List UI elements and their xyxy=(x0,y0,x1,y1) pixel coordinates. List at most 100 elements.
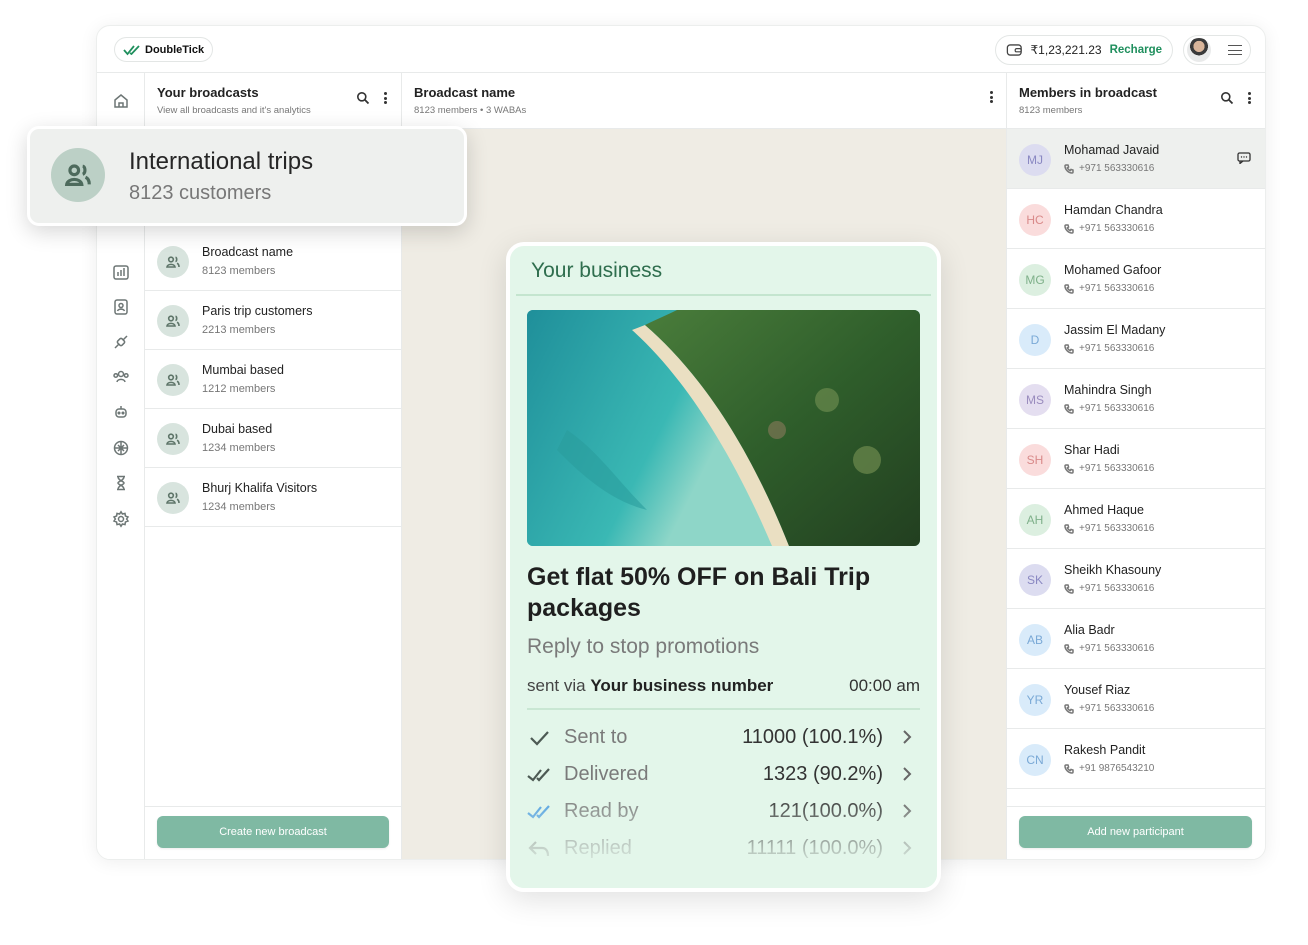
member-name: Alia Badr xyxy=(1064,623,1115,637)
group-icon xyxy=(157,423,189,455)
chevron-right-icon[interactable] xyxy=(902,730,912,744)
chevron-right-icon[interactable] xyxy=(902,804,912,818)
member-row[interactable]: CN Rakesh Pandit +91 9876543210 xyxy=(1007,729,1265,789)
recharge-link[interactable]: Recharge xyxy=(1110,44,1162,56)
member-row[interactable]: MS Mahindra Singh +971 563330616 xyxy=(1007,369,1265,429)
member-phone-number: +971 563330616 xyxy=(1079,403,1155,414)
group-icon xyxy=(157,482,189,514)
create-broadcast-button[interactable]: Create new broadcast xyxy=(157,816,389,848)
phone-icon xyxy=(1064,283,1074,294)
wallet-balance[interactable]: ₹1,23,221.23 Recharge xyxy=(995,35,1173,65)
member-row[interactable]: YR Yousef Riaz +971 563330616 xyxy=(1007,669,1265,729)
member-phone: +91 9876543210 xyxy=(1064,763,1154,774)
stat-row-sent[interactable]: Sent to 11000 (100.1%) xyxy=(527,722,920,759)
member-name: Shar Hadi xyxy=(1064,443,1120,457)
opt-out-text: Reply to stop promotions xyxy=(527,635,760,658)
member-name: Hamdan Chandra xyxy=(1064,203,1163,217)
user-avatar[interactable] xyxy=(1187,38,1211,62)
member-phone: +971 563330616 xyxy=(1064,403,1154,414)
stat-label: Delivered xyxy=(564,763,649,785)
broadcast-count: 1234 members xyxy=(202,442,276,454)
member-phone: +971 563330616 xyxy=(1064,283,1154,294)
stat-value: 121(100.0%) xyxy=(768,800,883,822)
stat-label: Replied xyxy=(564,837,632,859)
group-icon xyxy=(157,246,189,278)
chevron-right-icon[interactable] xyxy=(902,767,912,781)
member-name: Yousef Riaz xyxy=(1064,683,1131,697)
check-icon xyxy=(527,728,553,748)
popup-subtitle: 8123 customers xyxy=(129,182,272,204)
broadcast-detail-subtitle: 8123 members • 3 WABAs xyxy=(414,105,527,116)
broadcast-item[interactable]: Broadcast name 8123 members xyxy=(145,232,401,291)
bot-icon[interactable] xyxy=(112,403,130,421)
phone-icon xyxy=(1064,643,1074,654)
stat-row-delivered[interactable]: Delivered 1323 (90.2%) xyxy=(527,759,920,796)
member-phone-number: +971 563330616 xyxy=(1079,523,1155,534)
more-options-icon[interactable] xyxy=(384,92,387,104)
member-row[interactable]: MG Mohamed Gafoor +971 563330616 xyxy=(1007,249,1265,309)
home-icon[interactable] xyxy=(112,92,130,110)
user-menu[interactable] xyxy=(1183,35,1251,65)
member-phone: +971 563330616 xyxy=(1064,163,1154,174)
phone-icon xyxy=(1064,343,1074,354)
member-row[interactable]: HC Hamdan Chandra +971 563330616 xyxy=(1007,189,1265,249)
chat-icon[interactable] xyxy=(1237,152,1251,164)
broadcasts-subtitle: View all broadcasts and it's analytics xyxy=(157,105,311,116)
team-icon[interactable] xyxy=(112,368,130,386)
member-phone-number: +91 9876543210 xyxy=(1079,763,1155,774)
member-row[interactable]: D Jassim El Madany +971 563330616 xyxy=(1007,309,1265,369)
divider xyxy=(527,708,920,710)
more-options-icon[interactable] xyxy=(990,91,993,103)
member-phone-number: +971 563330616 xyxy=(1079,463,1155,474)
member-row[interactable]: SH Shar Hadi +971 563330616 xyxy=(1007,429,1265,489)
settings-icon[interactable] xyxy=(112,510,130,528)
logo[interactable]: DoubleTick xyxy=(114,37,214,62)
search-icon[interactable] xyxy=(1220,91,1234,105)
message-preview-card: Your business Get flat 50% OFF on Bali T… xyxy=(506,242,941,892)
broadcast-count: 8123 members xyxy=(202,265,276,277)
member-row[interactable]: AH Ahmed Haque +971 563330616 xyxy=(1007,489,1265,549)
selected-broadcast-card[interactable]: International trips 8123 customers xyxy=(27,126,467,226)
add-participant-button[interactable]: Add new participant xyxy=(1019,816,1252,848)
broadcast-detail-title: Broadcast name xyxy=(414,85,516,100)
member-phone-number: +971 563330616 xyxy=(1079,163,1155,174)
broadcast-name: Bhurj Khalifa Visitors xyxy=(202,481,318,495)
broadcast-item[interactable]: Bhurj Khalifa Visitors 1234 members xyxy=(145,468,401,527)
stat-value: 11000 (100.1%) xyxy=(742,726,883,748)
member-phone: +971 563330616 xyxy=(1064,343,1154,354)
broadcast-item[interactable]: Paris trip customers 2213 members xyxy=(145,291,401,350)
chevron-right-icon[interactable] xyxy=(902,841,912,855)
member-phone: +971 563330616 xyxy=(1064,223,1154,234)
member-row[interactable]: MJ Mohamad Javaid +971 563330616 xyxy=(1007,129,1265,189)
member-row[interactable]: SK Sheikh Khasouny +971 563330616 xyxy=(1007,549,1265,609)
contacts-icon[interactable] xyxy=(112,298,130,316)
member-name: Sheikh Khasouny xyxy=(1064,563,1162,577)
double-check-blue-icon xyxy=(527,802,553,822)
business-name: Your business xyxy=(531,259,663,282)
phone-icon xyxy=(1064,583,1074,594)
member-name: Rakesh Pandit xyxy=(1064,743,1146,757)
broadcast-count: 1234 members xyxy=(202,501,276,513)
stat-row-read[interactable]: Read by 121(100.0%) xyxy=(527,796,920,833)
ai-icon[interactable] xyxy=(112,439,130,457)
message-header: Your business xyxy=(516,246,931,296)
broadcast-count: 1212 members xyxy=(202,383,276,395)
search-icon[interactable] xyxy=(356,91,370,105)
member-row[interactable]: AB Alia Badr +971 563330616 xyxy=(1007,609,1265,669)
group-icon xyxy=(51,148,105,202)
stat-label: Sent to xyxy=(564,726,628,748)
analytics-icon[interactable] xyxy=(112,263,130,281)
integrations-icon[interactable] xyxy=(112,333,130,351)
timer-icon[interactable] xyxy=(112,474,130,492)
divider xyxy=(1007,806,1265,807)
member-name: Mahindra Singh xyxy=(1064,383,1152,397)
menu-icon[interactable] xyxy=(1228,45,1242,55)
stat-row-replied[interactable]: Replied 11111 (100.0%) xyxy=(527,833,920,870)
broadcast-item[interactable]: Dubai based 1234 members xyxy=(145,409,401,468)
phone-icon xyxy=(1064,463,1074,474)
broadcast-item[interactable]: Mumbai based 1212 members xyxy=(145,350,401,409)
member-phone: +971 563330616 xyxy=(1064,583,1154,594)
message-title: Get flat 50% OFF on Bali Trip packages xyxy=(527,563,871,622)
more-options-icon[interactable] xyxy=(1248,92,1251,104)
member-phone: +971 563330616 xyxy=(1064,643,1154,654)
